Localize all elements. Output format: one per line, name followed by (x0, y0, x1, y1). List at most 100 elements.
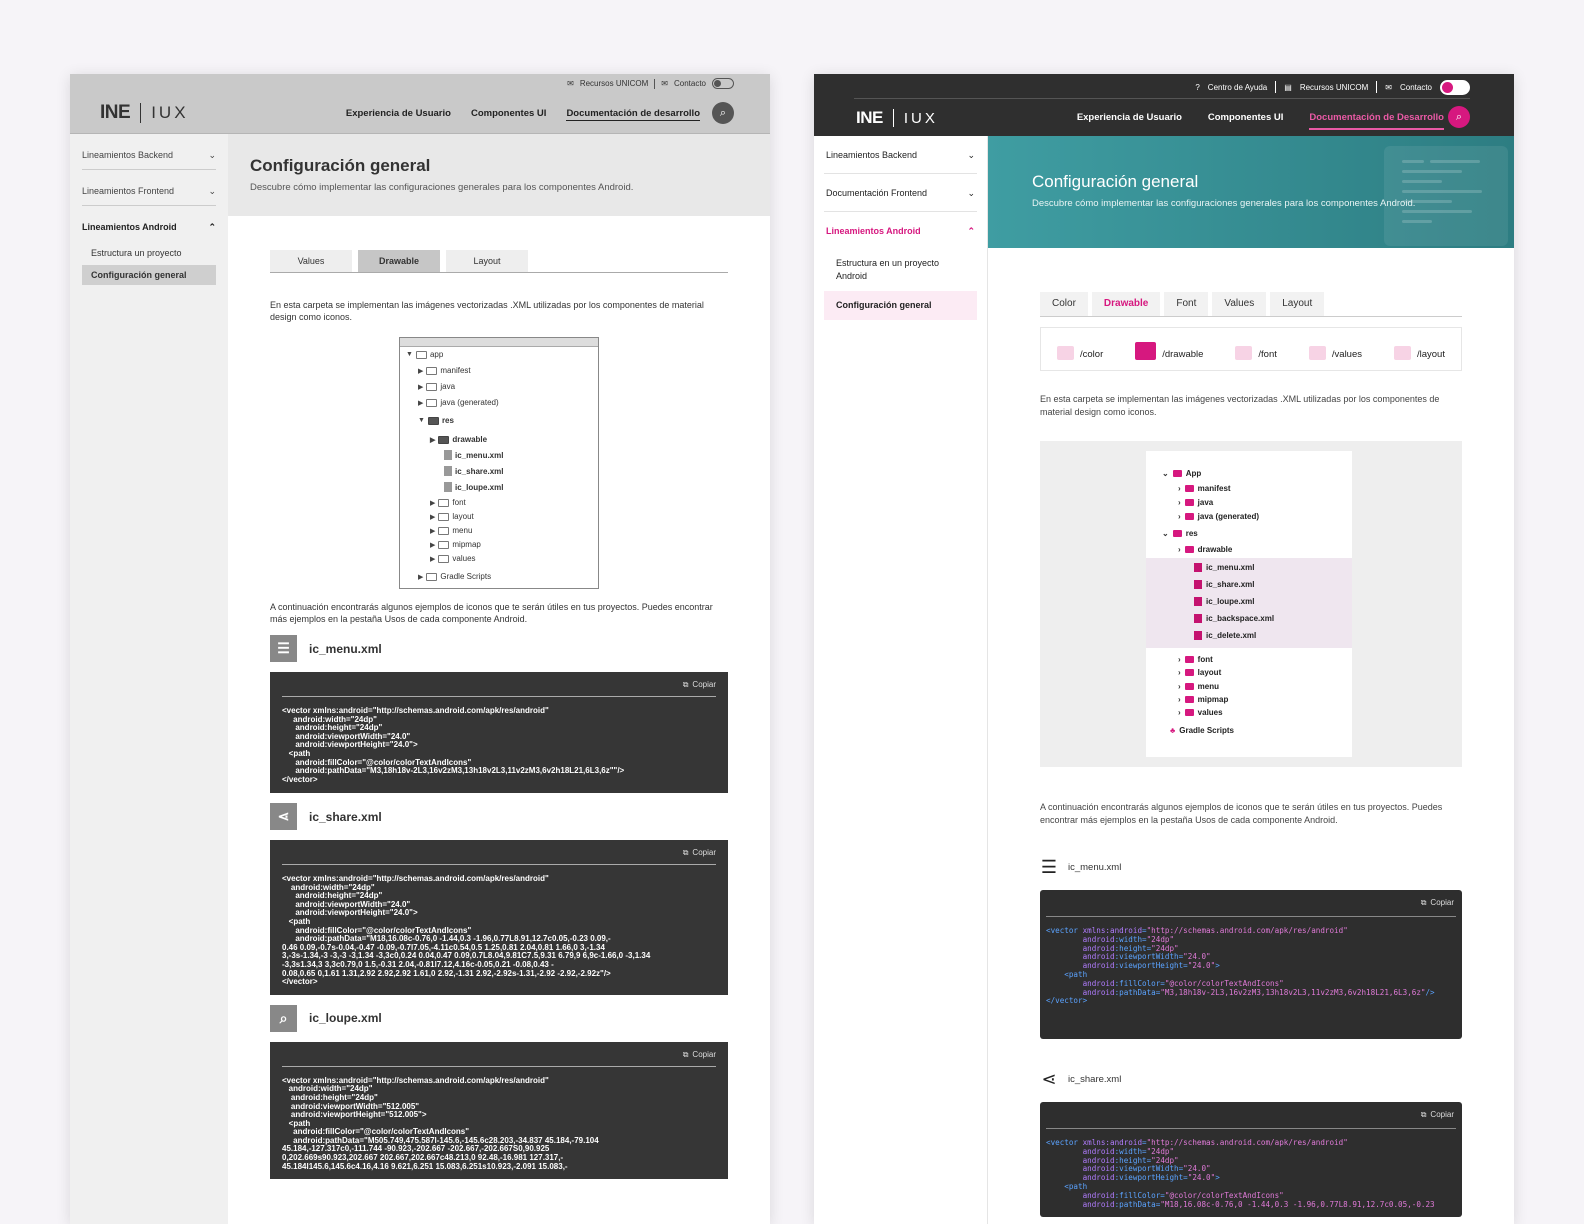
file-icon (1194, 580, 1202, 589)
tree-node[interactable]: ♣ Gradle Scripts (1170, 726, 1234, 735)
sidebar-subitem-structure[interactable]: Estructura en un proyecto Android (824, 249, 977, 291)
chevron-up-icon: ⌃ (208, 222, 216, 232)
logo[interactable]: INE IUX (100, 102, 189, 124)
tree-node[interactable]: ▶ Gradle Scripts (418, 572, 491, 581)
contact-link[interactable]: Contacto (1400, 83, 1432, 92)
file-icon (1194, 597, 1202, 606)
sidebar-item-android[interactable]: Lineamientos Android ⌃ (824, 212, 977, 249)
tree-node[interactable]: › manifest (1178, 484, 1231, 493)
nav-components[interactable]: Componentes UI (1208, 112, 1283, 130)
copy-button[interactable]: ⧉ Copiar (282, 680, 716, 697)
copy-button[interactable]: ⧉ Copiar (1046, 898, 1456, 917)
tree-node[interactable]: ▶ manifest (418, 366, 471, 375)
icon-filename: ic_share.xml (1068, 1074, 1122, 1085)
nav-dev-docs[interactable]: Documentación de Desarrollo (1309, 112, 1444, 130)
tree-node[interactable]: › layout (1178, 668, 1221, 677)
nav-ux[interactable]: Experiencia de Usuario (1077, 112, 1182, 130)
folder-icon (1184, 709, 1194, 716)
tab-bar: Values Drawable Layout (270, 250, 728, 273)
tree-file[interactable]: ic_delete.xml (1194, 631, 1256, 640)
tab-values[interactable]: Values (270, 250, 352, 272)
tree-node[interactable]: › values (1178, 708, 1223, 717)
code-snippet: <vector xmlns:android="http://schemas.an… (282, 1075, 599, 1171)
gradle-icon: ♣ (1170, 726, 1176, 735)
resources-link[interactable]: Recursos UNICOM (580, 79, 648, 88)
nav-dev-docs[interactable]: Documentación de desarrollo (566, 108, 700, 121)
help-link[interactable]: Centro de Ayuda (1208, 83, 1267, 92)
sidebar-item-android[interactable]: Lineamientos Android ⌃ (82, 206, 216, 241)
tree-file[interactable]: ic_loupe.xml (1194, 597, 1254, 606)
tree-node[interactable]: ▶ mipmap (430, 540, 481, 549)
tree-node[interactable]: › java (1178, 498, 1213, 507)
page-subtitle: Descubre cómo implementar las configurac… (250, 182, 634, 193)
contact-link[interactable]: Contacto (674, 79, 706, 88)
nav-components[interactable]: Componentes UI (471, 108, 546, 121)
tree-file[interactable]: ic_backspace.xml (1194, 614, 1274, 623)
sidebar-subitem-config[interactable]: Configuración general (824, 291, 977, 320)
tab-values[interactable]: Values (1212, 292, 1267, 316)
tree-node[interactable]: ▼ res (418, 416, 454, 425)
copy-button[interactable]: ⧉ Copiar (282, 1050, 716, 1067)
theme-toggle[interactable] (712, 78, 734, 89)
copy-icon: ⧉ (1420, 1110, 1427, 1119)
logo-divider (892, 109, 894, 127)
folder-values[interactable]: /values (1308, 342, 1362, 360)
icon-heading: ⌕ ic_loupe.xml (270, 1004, 728, 1032)
tab-color[interactable]: Color (1040, 292, 1088, 316)
logo[interactable]: INE IUX (856, 108, 938, 128)
tree-node[interactable]: › menu (1178, 682, 1219, 691)
tree-node[interactable]: ⌄ res (1162, 529, 1198, 538)
tree-node[interactable]: ▼ app (406, 350, 443, 359)
folder-color[interactable]: /color (1057, 342, 1103, 360)
folder-font[interactable]: /font (1235, 342, 1277, 360)
search-icon[interactable]: ⌕ (1448, 106, 1470, 128)
tree-file[interactable]: ic_loupe.xml (444, 482, 503, 492)
folder-layout[interactable]: /layout (1393, 342, 1445, 360)
sidebar-item-frontend[interactable]: Lineamientos Frontend ⌄ (82, 170, 216, 206)
folder-drawable[interactable]: /drawable (1135, 342, 1203, 360)
tree-node[interactable]: ▶ java (generated) (418, 398, 499, 407)
folder-tree: ▼ app ▶ manifest ▶ java ▶ java (generated) ▼… (399, 337, 599, 589)
nav-ux[interactable]: Experiencia de Usuario (346, 108, 451, 121)
tree-node[interactable]: › mipmap (1178, 695, 1228, 704)
sidebar-item-backend[interactable]: Lineamientos Backend ⌄ (824, 136, 977, 174)
search-icon[interactable]: ⌕ (712, 102, 734, 124)
sidebar-subitem-config[interactable]: Configuración general (82, 265, 216, 285)
logo-divider (140, 103, 142, 123)
tree-node[interactable]: ⌄ App (1162, 469, 1201, 478)
tree-node[interactable]: ▶ values (430, 554, 476, 563)
intro-text: En esta carpeta se implementan las imáge… (270, 300, 704, 322)
tree-node[interactable]: › drawable (1178, 545, 1232, 554)
tree-file[interactable]: ic_share.xml (1194, 580, 1254, 589)
tree-node[interactable]: ▶ java (418, 382, 455, 391)
code-block: ⧉ Copiar <vector xmlns:android="http://sc… (270, 840, 728, 995)
tab-layout[interactable]: Layout (1270, 292, 1325, 316)
tab-drawable[interactable]: Drawable (1091, 292, 1161, 316)
icon-filename: ic_menu.xml (1068, 862, 1122, 873)
sidebar-label: Lineamientos Frontend (82, 186, 175, 196)
sidebar-subitem-structure[interactable]: Estructura un proyecto (82, 243, 216, 263)
tab-font[interactable]: Font (1164, 292, 1209, 316)
resources-link[interactable]: Recursos UNICOM (1300, 83, 1368, 92)
sidebar-label: Documentación Frontend (826, 188, 928, 198)
code-block: ⧉ Copiar <vector xmlns:android="http://sc… (270, 672, 728, 793)
tree-node[interactable]: ▶ drawable (430, 435, 487, 444)
tree-file[interactable]: ic_menu.xml (444, 450, 503, 460)
tree-node[interactable]: ▶ font (430, 498, 466, 507)
theme-toggle[interactable] (1440, 79, 1470, 95)
tree-file[interactable]: ic_menu.xml (1194, 563, 1254, 572)
copy-button[interactable]: ⧉ Copiar (1046, 1110, 1456, 1129)
sidebar-item-frontend[interactable]: Documentación Frontend ⌄ (824, 174, 977, 212)
tree-node[interactable]: › java (generated) (1178, 512, 1259, 521)
tree-node[interactable]: › font (1178, 655, 1213, 664)
utility-bar: ✉ Recursos UNICOM ✉ Contacto (567, 78, 734, 89)
tree-node[interactable]: ▶ layout (430, 512, 474, 521)
sidebar-item-backend[interactable]: Lineamientos Backend ⌄ (82, 134, 216, 170)
tree-node[interactable]: ▶ menu (430, 526, 472, 535)
tab-layout[interactable]: Layout (446, 250, 528, 272)
copy-button[interactable]: ⧉ Copiar (282, 848, 716, 865)
tree-file[interactable]: ic_share.xml (444, 466, 503, 476)
file-icon (444, 466, 452, 476)
tab-drawable[interactable]: Drawable (358, 250, 440, 272)
code-snippet: <vector xmlns:android="http://schemas.an… (1046, 1139, 1435, 1209)
